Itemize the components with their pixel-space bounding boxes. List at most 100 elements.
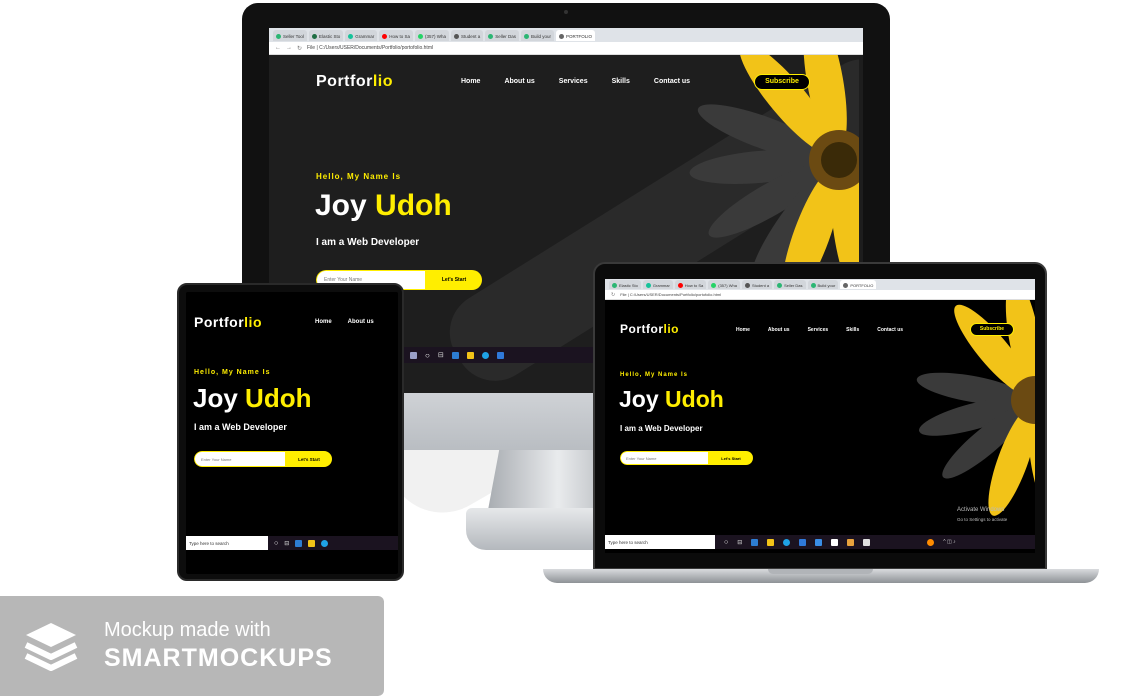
file-explorer-icon[interactable]: [308, 539, 316, 547]
tab-favicon-icon: [677, 283, 683, 288]
browser-tab[interactable]: Grammar: [345, 29, 378, 41]
browser-tabs: Elastic Sto Grammar How to Sa (357) Wha …: [605, 279, 1035, 290]
browser-tab[interactable]: Build your: [521, 29, 555, 41]
tab-label: Student a: [751, 283, 770, 288]
taskbar-search[interactable]: Type here to search: [186, 536, 268, 550]
browser-tab[interactable]: Elastic Sto: [308, 29, 344, 41]
browser-tab[interactable]: Build your: [807, 280, 839, 289]
name-input[interactable]: Enter Your Name: [620, 451, 709, 465]
mail-icon[interactable]: [496, 351, 504, 359]
reload-icon[interactable]: ↻: [297, 45, 302, 52]
tab-label: Elastic Sto: [318, 33, 341, 39]
nav-services[interactable]: Services: [559, 78, 588, 85]
badge-line-2: SMARTMOCKUPS: [104, 644, 333, 672]
tab-favicon-icon: [645, 283, 651, 288]
edge-icon[interactable]: [783, 538, 791, 546]
vscode-icon[interactable]: [451, 351, 459, 359]
address-bar[interactable]: ↻ File | C:/Users/USER/Documents/Portfol…: [605, 290, 1035, 300]
tab-label: How to Sa: [389, 33, 410, 39]
back-icon[interactable]: ←: [275, 45, 281, 51]
tab-label: Grammar: [355, 33, 375, 39]
nav-skills[interactable]: Skills: [846, 327, 859, 333]
nav-about[interactable]: About us: [348, 319, 374, 325]
settings-icon[interactable]: [863, 538, 871, 546]
address-bar[interactable]: ← → ↻ File | C:/Users/USER/Documents/Por…: [269, 42, 863, 55]
subscribe-button[interactable]: Subscribe: [970, 323, 1014, 336]
vscode-icon[interactable]: [295, 539, 303, 547]
browser-tab[interactable]: How to Sa: [379, 29, 413, 41]
nav-skills[interactable]: Skills: [612, 78, 630, 85]
system-tray[interactable]: ^ ◫ ♪: [943, 539, 955, 545]
weather-icon[interactable]: [927, 538, 935, 546]
name-input[interactable]: Enter Your Name: [194, 451, 286, 467]
hero-name: Joy Udoh: [193, 383, 311, 414]
browser-tab[interactable]: (357) Wha: [414, 29, 449, 41]
browser-tab[interactable]: Student a: [741, 280, 773, 289]
tab-favicon-icon: [777, 283, 783, 288]
lets-start-button[interactable]: Let's Start: [286, 451, 332, 467]
portfolio-page: Portforlio Home About us Hello, My Name …: [186, 292, 398, 534]
laptop-screen: Elastic Sto Grammar How to Sa (357) Wha …: [605, 279, 1035, 553]
camera-dot: [564, 10, 568, 14]
nav-home[interactable]: Home: [736, 327, 750, 333]
nav-contact[interactable]: Contact us: [877, 327, 903, 333]
site-logo[interactable]: Portforlio: [620, 322, 679, 336]
circle-icon[interactable]: ○: [425, 351, 430, 360]
nav-contact[interactable]: Contact us: [654, 78, 690, 85]
lets-start-button[interactable]: Let's Start: [709, 451, 753, 465]
lets-start-button[interactable]: Let's Start: [426, 270, 482, 290]
nav-about[interactable]: About us: [768, 327, 790, 333]
circle-icon[interactable]: ○: [724, 539, 728, 546]
tab-favicon-icon: [843, 283, 849, 288]
task-view-icon[interactable]: ⊟: [284, 540, 289, 547]
nav-home[interactable]: Home: [461, 78, 480, 85]
nav-about[interactable]: About us: [504, 78, 534, 85]
browser-tab[interactable]: Seller Das: [485, 29, 520, 41]
site-nav: Home About us: [315, 319, 374, 325]
chrome-icon[interactable]: [847, 538, 855, 546]
edge-icon[interactable]: [481, 351, 489, 359]
subscribe-button[interactable]: Subscribe: [754, 74, 810, 90]
smartmockups-badge[interactable]: Mockup made with SMARTMOCKUPS: [0, 596, 384, 696]
browser-tab[interactable]: Grammar: [642, 280, 673, 289]
tab-favicon-icon: [488, 33, 494, 39]
app-icon[interactable]: [831, 538, 839, 546]
address-text: File | C:/Users/USER/Documents/Portfolio…: [307, 45, 434, 51]
task-view-icon[interactable]: ⊟: [438, 351, 444, 359]
tab-favicon-icon: [348, 33, 354, 39]
file-explorer-icon[interactable]: [767, 538, 775, 546]
browser-tab[interactable]: (357) Wha: [708, 280, 740, 289]
tab-favicon-icon: [382, 33, 388, 39]
tablet-screen: Portforlio Home About us Hello, My Name …: [186, 292, 398, 574]
circle-icon[interactable]: ○: [274, 540, 278, 547]
vscode-icon[interactable]: [751, 538, 759, 546]
reload-icon[interactable]: ↻: [611, 292, 615, 298]
logo-text: Portfor: [194, 314, 245, 330]
tab-label: PORTFOLIO: [566, 33, 592, 39]
browser-tab-active[interactable]: PORTFOLIO: [840, 280, 877, 289]
store-icon[interactable]: [815, 538, 823, 546]
browser-tab[interactable]: Seller Tool: [273, 29, 307, 41]
forward-icon[interactable]: →: [286, 45, 292, 51]
site-logo[interactable]: Portforlio: [194, 314, 262, 330]
browser-tab[interactable]: Seller Das: [774, 280, 806, 289]
badge-line-1: Mockup made with: [104, 619, 271, 641]
browser-tab-active[interactable]: PORTFOLIO: [556, 29, 595, 41]
site-logo[interactable]: Portforlio: [316, 73, 393, 91]
browser-tab[interactable]: Student a: [450, 29, 484, 41]
taskbar-search[interactable]: Type here to search: [605, 535, 715, 549]
activate-windows-notice: Activate Windows Go to Settings to activ…: [957, 506, 1007, 524]
file-explorer-icon[interactable]: [466, 351, 474, 359]
browser-tab[interactable]: How to Sa: [674, 280, 707, 289]
last-name: Udoh: [245, 383, 312, 413]
mail-icon[interactable]: [799, 538, 807, 546]
nav-services[interactable]: Services: [808, 327, 829, 333]
name-form: Enter Your Name Let's Start: [194, 451, 332, 467]
site-nav: Home About us Services Skills Contact us: [736, 327, 903, 333]
nav-home[interactable]: Home: [315, 319, 332, 325]
task-view-icon[interactable]: ⊟: [737, 539, 742, 546]
cortana-icon[interactable]: [410, 351, 417, 359]
browser-tab[interactable]: Elastic Sto: [609, 280, 641, 289]
tab-favicon-icon: [559, 33, 565, 39]
edge-icon[interactable]: [321, 539, 329, 547]
